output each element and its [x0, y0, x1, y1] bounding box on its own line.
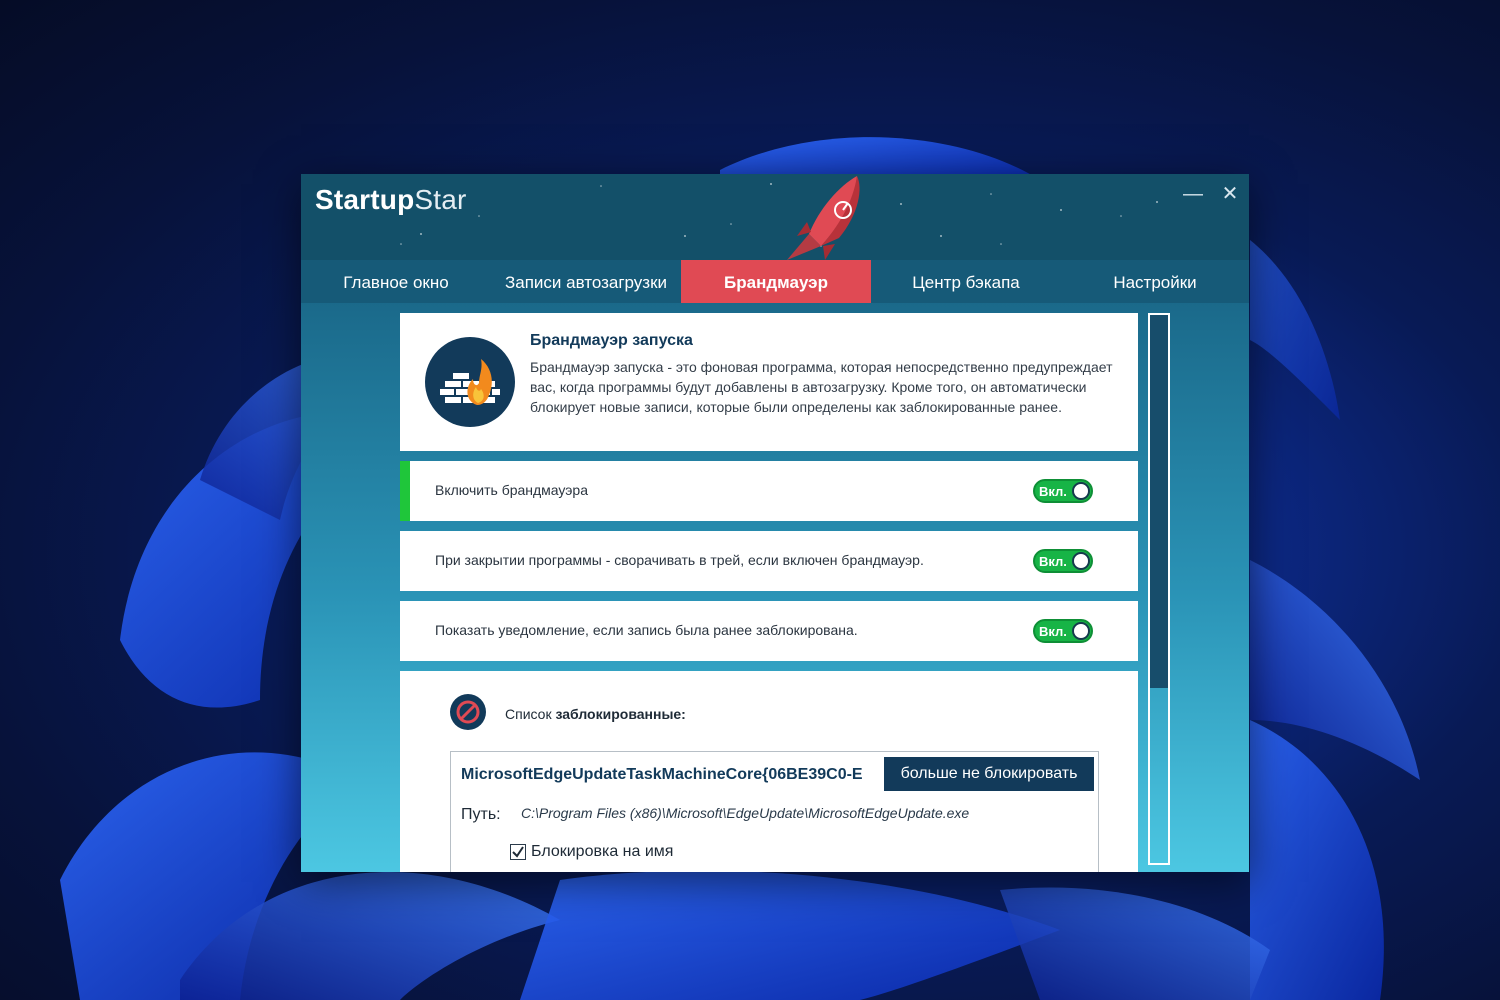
firewall-title: Брандмауэр запуска [530, 332, 693, 349]
option-label: Показать уведомление, если запись была р… [435, 622, 858, 638]
entry-name: MicrosoftEdgeUpdateTaskMachineCore{06BE3… [461, 766, 863, 783]
logo-light: Star [414, 184, 467, 215]
unblock-button[interactable]: больше не блокировать [884, 757, 1094, 791]
logo-bold: Startup [315, 184, 415, 215]
toggle-knob [1072, 482, 1090, 500]
tab-firewall[interactable]: Брандмауэр [681, 260, 871, 303]
tab-backup-center[interactable]: Центр бэкапа [871, 260, 1061, 303]
toggle-state: Вкл. [1039, 624, 1067, 639]
toggle-knob [1072, 622, 1090, 640]
app-logo: StartupStar [315, 184, 467, 216]
minimize-button[interactable]: — [1181, 182, 1205, 206]
path-value: C:\Program Files (x86)\Microsoft\EdgeUpd… [521, 805, 970, 821]
path-label: Путь: [461, 806, 501, 823]
minimize-to-tray-toggle[interactable]: Вкл. [1033, 549, 1093, 573]
option-enable-firewall: Включить брандмауэра Вкл. [400, 461, 1138, 521]
blocked-list-card: Список заблокированные: MicrosoftEdgeUpd… [400, 671, 1138, 872]
tab-settings[interactable]: Настройки [1061, 260, 1249, 303]
option-label: При закрытии программы - сворачивать в т… [435, 552, 924, 568]
tab-startup-entries[interactable]: Записи автозагрузки [491, 260, 681, 303]
close-button[interactable]: ✕ [1218, 182, 1242, 206]
blocked-entry: MicrosoftEdgeUpdateTaskMachineCore{06BE3… [450, 751, 1099, 872]
option-minimize-to-tray: При закрытии программы - сворачивать в т… [400, 531, 1138, 591]
blocked-list-label: Список заблокированные: [505, 706, 686, 722]
firewall-description: Брандмауэр запуска - это фоновая програм… [530, 359, 1113, 415]
scrollbar[interactable] [1148, 313, 1170, 865]
active-indicator [400, 461, 410, 521]
tab-main-window[interactable]: Главное окно [301, 260, 491, 303]
blocked-label-bold: заблокированные: [555, 706, 686, 722]
app-window: StartupStar — ✕ Главное окно Записи авто… [301, 174, 1249, 872]
main-tabs: Главное окно Записи автозагрузки Брандма… [301, 260, 1249, 303]
blocked-label-prefix: Список [505, 706, 552, 722]
block-by-name-label: Блокировка на имя [531, 843, 674, 860]
rocket-icon [787, 176, 860, 260]
toggle-state: Вкл. [1039, 554, 1067, 569]
toggle-state: Вкл. [1039, 484, 1067, 499]
title-bar: StartupStar — ✕ [301, 174, 1249, 260]
firewall-content: Брандмауэр запуска Брандмауэр запуска - … [400, 313, 1138, 872]
check-icon [512, 846, 524, 858]
option-label: Включить брандмауэра [435, 482, 588, 498]
block-by-name-checkbox[interactable] [510, 844, 526, 860]
scrollbar-thumb[interactable] [1150, 315, 1168, 688]
toggle-knob [1072, 552, 1090, 570]
firewall-icon [425, 337, 515, 427]
enable-firewall-toggle[interactable]: Вкл. [1033, 479, 1093, 503]
firewall-info-card: Брандмауэр запуска Брандмауэр запуска - … [400, 313, 1138, 451]
show-notification-toggle[interactable]: Вкл. [1033, 619, 1093, 643]
option-show-notification: Показать уведомление, если запись была р… [400, 601, 1138, 661]
block-icon [450, 694, 486, 730]
